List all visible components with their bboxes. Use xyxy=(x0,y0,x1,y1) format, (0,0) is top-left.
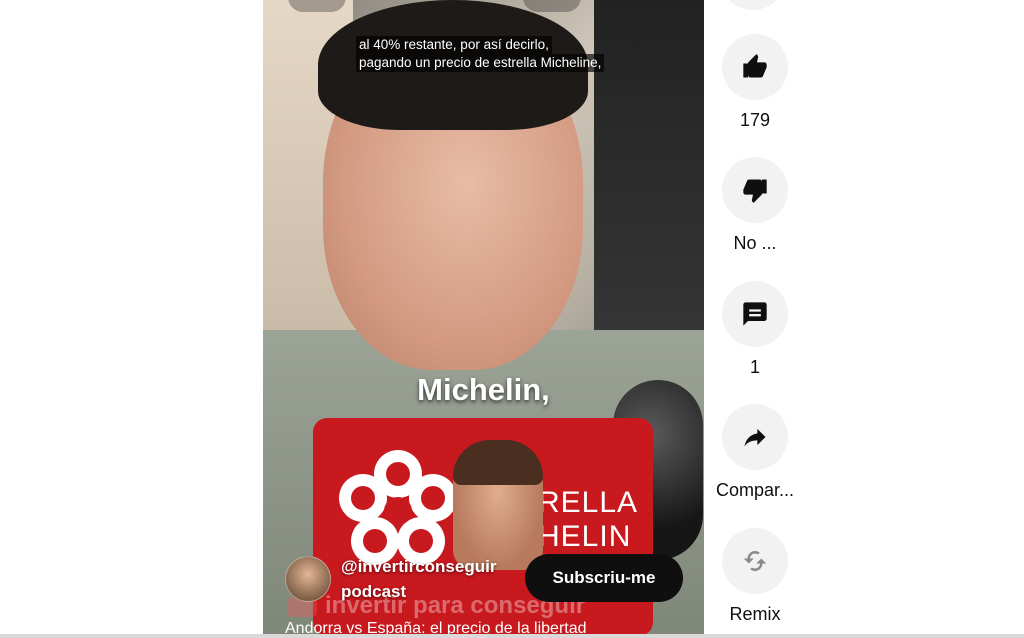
remix-button[interactable] xyxy=(722,528,788,594)
comments-button[interactable] xyxy=(722,281,788,347)
remix-label: Remix xyxy=(729,604,781,624)
top-right-control[interactable] xyxy=(523,0,581,12)
dislike-action[interactable]: No ... xyxy=(720,157,790,254)
comment-icon xyxy=(743,302,767,326)
card-text: RELLA HELIN xyxy=(538,486,638,554)
remix-action[interactable]: Remix xyxy=(720,528,790,625)
closed-caption: al 40% restante, por así decirlo, pagand… xyxy=(356,36,605,72)
card-line-1: RELLA xyxy=(538,486,639,519)
share-label: Compar... xyxy=(715,480,795,500)
burned-in-caption: Michelin, xyxy=(417,372,550,407)
channel-subtitle[interactable]: podcast xyxy=(341,579,521,604)
caption-line-2: pagando un precio de estrella Micheline, xyxy=(356,54,605,72)
top-left-control[interactable] xyxy=(288,0,346,12)
dislike-button[interactable] xyxy=(722,157,788,223)
caption-line-1: al 40% restante, por así decirlo, xyxy=(356,36,552,54)
share-action[interactable]: Compar... xyxy=(716,404,794,501)
dislike-label: No ... xyxy=(733,233,777,253)
channel-name[interactable]: @invertirconseguir podcast xyxy=(341,554,521,604)
thumb-down-icon xyxy=(743,179,767,203)
channel-handle[interactable]: @invertirconseguir xyxy=(341,554,521,579)
bottom-divider xyxy=(0,634,1024,638)
channel-avatar[interactable] xyxy=(285,556,331,602)
like-button[interactable] xyxy=(722,34,788,100)
share-arrow-icon xyxy=(744,428,766,447)
more-actions-button[interactable] xyxy=(720,0,786,10)
comment-count: 1 xyxy=(749,357,760,377)
thumb-up-icon xyxy=(743,54,767,78)
like-action[interactable]: 179 xyxy=(720,34,790,131)
remix-icon xyxy=(743,551,767,571)
like-count: 179 xyxy=(739,110,771,130)
comments-action[interactable]: 1 xyxy=(720,281,790,378)
card-line-2: HELIN xyxy=(538,520,632,553)
short-video-player[interactable]: al 40% restante, por así decirlo, pagand… xyxy=(263,0,704,636)
subscribe-button[interactable]: Subscriu-me xyxy=(525,554,683,602)
share-button[interactable] xyxy=(722,404,788,470)
